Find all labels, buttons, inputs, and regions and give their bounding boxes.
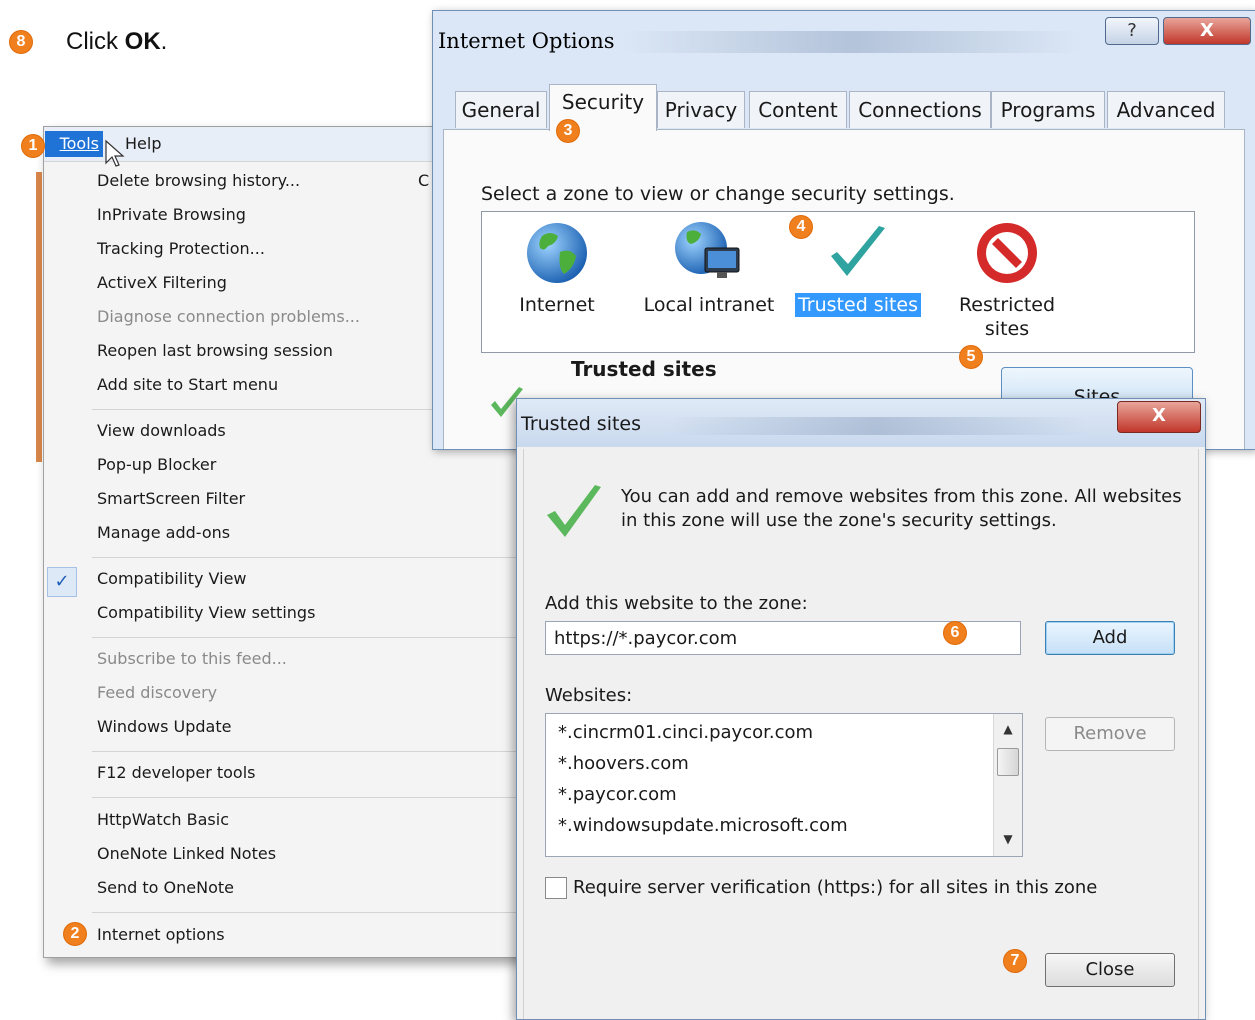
menu-bar-tools[interactable]: Tools	[45, 131, 103, 157]
scroll-thumb[interactable]	[997, 748, 1019, 776]
instruction-suffix: .	[160, 28, 168, 55]
menu-item-subscribe-feed: Subscribe to this feed...	[97, 649, 287, 668]
menu-bar-help[interactable]: Help	[125, 131, 161, 157]
trusted-sites-dialog: Trusted sites X You can add and remove w…	[516, 398, 1206, 1020]
menu-item-f12-tools[interactable]: F12 developer tools	[97, 763, 256, 783]
step-4-badge: 4	[790, 216, 812, 238]
title-bar-blur	[623, 31, 1083, 53]
step-5-badge: 5	[960, 346, 982, 368]
zone-trusted-sites-label: Trusted sites	[794, 293, 922, 317]
menu-item-diagnose: Diagnose connection problems...	[97, 307, 360, 326]
selected-zone-heading: Trusted sites	[571, 357, 717, 381]
dialog-title-bar: Trusted sites X	[517, 399, 1205, 447]
menu-item-smartscreen[interactable]: SmartScreen Filter	[97, 489, 245, 509]
instruction-bold: OK	[124, 28, 161, 55]
menu-item-view-downloads[interactable]: View downloads	[97, 421, 226, 441]
tab-connections[interactable]: Connections	[849, 91, 991, 128]
internet-options-title: Internet Options	[438, 29, 615, 53]
add-website-label: Add this website to the zone:	[545, 593, 808, 614]
dialog-close-x-button[interactable]: X	[1117, 401, 1201, 433]
step-3-badge: 3	[557, 120, 579, 142]
step-1-badge: 1	[22, 135, 44, 157]
menu-separator	[92, 751, 518, 752]
menu-item-feed-discovery: Feed discovery	[97, 683, 218, 702]
step-6-badge: 6	[944, 622, 966, 644]
browser-background-strip	[36, 172, 42, 462]
websites-scrollbar[interactable]: ▲ ▼	[993, 714, 1022, 856]
step-7-badge: 7	[1004, 950, 1026, 972]
menu-separator	[92, 797, 518, 798]
menu-item-popup-blocker[interactable]: Pop-up Blocker	[97, 455, 216, 475]
menu-item-internet-options[interactable]: Internet options	[97, 925, 225, 945]
tab-advanced[interactable]: Advanced	[1107, 91, 1225, 128]
menu-item-reopen-session[interactable]: Reopen last browsing session	[97, 341, 333, 361]
tab-programs[interactable]: Programs	[991, 91, 1105, 128]
scroll-up-arrow-icon[interactable]: ▲	[994, 722, 1022, 736]
internet-options-window: Internet Options ? X General Security Pr…	[432, 10, 1255, 450]
dialog-description: You can add and remove websites from thi…	[621, 486, 1182, 531]
restricted-icon	[977, 223, 1037, 283]
menu-item-onenote-linked[interactable]: OneNote Linked Notes	[97, 844, 276, 864]
close-button[interactable]: Close	[1045, 953, 1175, 987]
menu-item-tracking-protection[interactable]: Tracking Protection...	[97, 239, 265, 259]
zone-internet[interactable]: Internet	[502, 218, 612, 317]
help-button[interactable]: ?	[1105, 17, 1159, 45]
tab-general[interactable]: General	[455, 91, 547, 128]
zone-local-intranet-label: Local intranet	[643, 294, 775, 316]
tab-content[interactable]: Content	[749, 91, 847, 128]
compatibility-check-icon: ✓	[47, 567, 77, 597]
menu-item-activex-filtering[interactable]: ActiveX Filtering	[97, 273, 227, 293]
tab-privacy[interactable]: Privacy	[657, 91, 745, 128]
menu-shortcut-clipped: C	[418, 171, 430, 190]
menu-item-add-start-menu[interactable]: Add site to Start menu	[97, 375, 278, 395]
step-2-badge: 2	[64, 923, 86, 945]
websites-list[interactable]: *.cincrm01.cinci.paycor.com *.hoovers.co…	[545, 713, 1023, 857]
menu-item-inprivate[interactable]: InPrivate Browsing	[97, 205, 246, 225]
zone-restricted-label-2: sites	[984, 318, 1030, 340]
zone-restricted-label-1: Restricted	[958, 294, 1056, 316]
trusted-check-icon	[547, 485, 601, 537]
zone-local-intranet[interactable]: Local intranet	[634, 218, 784, 317]
menu-item-compatibility-view[interactable]: Compatibility View	[97, 569, 247, 589]
zone-list: Internet Local intranet Trusted sites Re…	[481, 211, 1195, 353]
window-close-button[interactable]: X	[1163, 17, 1251, 45]
zone-internet-label: Internet	[519, 294, 595, 316]
add-button[interactable]: Add	[1045, 621, 1175, 655]
globe-icon	[527, 223, 587, 283]
menu-item-manage-addons[interactable]: Manage add-ons	[97, 523, 230, 543]
intranet-globe-icon	[675, 222, 740, 278]
website-item[interactable]: *.hoovers.com	[558, 753, 689, 774]
menu-item-httpwatch[interactable]: HttpWatch Basic	[97, 810, 229, 830]
scroll-down-arrow-icon[interactable]: ▼	[994, 832, 1022, 846]
website-item[interactable]: *.paycor.com	[558, 784, 677, 805]
instruction-prefix: Click	[66, 28, 125, 55]
dialog-title-blur	[667, 417, 1087, 435]
mouse-cursor-icon	[105, 139, 125, 167]
menu-separator	[92, 637, 518, 638]
require-verification-checkbox[interactable]	[545, 877, 567, 899]
website-item[interactable]: *.cincrm01.cinci.paycor.com	[558, 722, 813, 743]
menu-separator	[92, 912, 518, 913]
website-item[interactable]: *.windowsupdate.microsoft.com	[558, 815, 848, 836]
trusted-checkmark-icon	[831, 226, 885, 276]
remove-button: Remove	[1045, 717, 1175, 751]
menu-item-windows-update[interactable]: Windows Update	[97, 717, 231, 737]
zone-restricted-sites[interactable]: Restricted sites	[944, 218, 1070, 341]
require-verification-label: Require server verification (https:) for…	[573, 877, 1098, 898]
zone-caption: Select a zone to view or change security…	[481, 183, 955, 205]
menu-item-send-onenote[interactable]: Send to OneNote	[97, 878, 234, 898]
menu-separator	[92, 557, 518, 558]
instruction-text: Click OK.	[66, 28, 167, 56]
dialog-title: Trusted sites	[521, 413, 642, 435]
websites-label: Websites:	[545, 685, 633, 706]
menu-item-delete-history[interactable]: Delete browsing history...	[97, 171, 300, 191]
step-8-badge: 8	[10, 31, 32, 53]
menu-item-compatibility-settings[interactable]: Compatibility View settings	[97, 603, 315, 623]
